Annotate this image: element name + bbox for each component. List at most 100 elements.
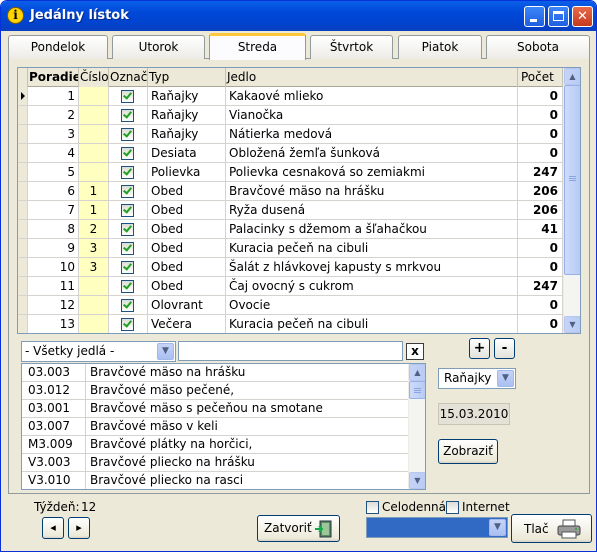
cell-pocet[interactable]: 0 bbox=[518, 125, 563, 143]
print-button[interactable]: Tlač bbox=[511, 514, 592, 543]
cell-cislo[interactable]: 3 bbox=[79, 258, 109, 276]
cell-poradie[interactable]: 10 bbox=[28, 258, 79, 276]
cell-poradie[interactable]: 13 bbox=[28, 315, 79, 333]
row-selector[interactable] bbox=[18, 201, 28, 219]
cell-poradie[interactable]: 3 bbox=[28, 125, 79, 143]
header-cislo[interactable]: Číslo bbox=[79, 68, 109, 87]
cell-oznac[interactable] bbox=[109, 106, 148, 124]
tab-sobota[interactable]: Sobota bbox=[486, 35, 590, 59]
cell-poradie[interactable]: 5 bbox=[28, 163, 79, 181]
cell-jedlo[interactable]: Kakaové mlieko bbox=[226, 87, 518, 105]
cell-typ[interactable]: Raňajky bbox=[148, 106, 226, 124]
header-pocet[interactable]: Počet bbox=[518, 68, 563, 87]
cell-poradie[interactable]: 11 bbox=[28, 277, 79, 295]
cell-poradie[interactable]: 6 bbox=[28, 182, 79, 200]
cell-cislo[interactable]: 2 bbox=[79, 220, 109, 238]
cell-typ[interactable]: Polievka bbox=[148, 163, 226, 181]
cell-typ[interactable]: Raňajky bbox=[148, 87, 226, 105]
select-checkbox[interactable] bbox=[121, 147, 134, 160]
row-selector[interactable] bbox=[18, 125, 28, 143]
row-selector[interactable] bbox=[18, 239, 28, 257]
next-week-button[interactable]: ▸ bbox=[68, 517, 90, 539]
select-checkbox[interactable] bbox=[121, 318, 134, 331]
list-item[interactable]: 03.001 Bravčové mäso s pečeňou na smotane bbox=[22, 400, 410, 418]
cell-oznac[interactable] bbox=[109, 125, 148, 143]
cell-typ[interactable]: Obed bbox=[148, 258, 226, 276]
cell-typ[interactable]: Raňajky bbox=[148, 125, 226, 143]
list-item[interactable]: V3.010 Bravčové pliecko na rasci bbox=[22, 472, 410, 489]
row-selector[interactable] bbox=[18, 258, 28, 276]
table-row[interactable]: 9 3 Obed Kuracia pečeň na cibuli 0 bbox=[18, 239, 563, 258]
table-row[interactable]: 5 Polievka Polievka cesnaková so zemiakmi 2… bbox=[18, 163, 563, 182]
close-window-button[interactable]: Zatvoriť bbox=[257, 515, 340, 542]
select-checkbox[interactable] bbox=[121, 280, 134, 293]
cell-oznac[interactable] bbox=[109, 296, 148, 314]
minimize-button[interactable] bbox=[524, 6, 545, 27]
cell-jedlo[interactable]: Polievka cesnaková so zemiakmi bbox=[226, 163, 518, 181]
select-checkbox[interactable] bbox=[121, 128, 134, 141]
cell-poradie[interactable]: 8 bbox=[28, 220, 79, 238]
cell-jedlo[interactable]: Ovocie bbox=[226, 296, 518, 314]
category-select[interactable]: - Všetky jedlá - ▼ bbox=[21, 341, 176, 362]
show-button[interactable]: Zobraziť bbox=[438, 439, 498, 464]
cell-cislo[interactable] bbox=[79, 87, 109, 105]
cell-cislo[interactable] bbox=[79, 315, 109, 333]
select-checkbox[interactable] bbox=[121, 185, 134, 198]
meal-type-select[interactable]: Raňajky ▼ bbox=[438, 368, 516, 389]
cell-oznac[interactable] bbox=[109, 277, 148, 295]
header-jedlo[interactable]: Jedlo bbox=[226, 68, 518, 87]
table-row[interactable]: 6 1 Obed Bravčové mäso na hrášku 206 bbox=[18, 182, 563, 201]
cell-cislo[interactable]: 1 bbox=[79, 201, 109, 219]
scrollbar-thumb[interactable] bbox=[564, 85, 580, 275]
cell-cislo[interactable] bbox=[79, 296, 109, 314]
cell-poradie[interactable]: 2 bbox=[28, 106, 79, 124]
cell-typ[interactable]: Obed bbox=[148, 277, 226, 295]
row-selector[interactable] bbox=[18, 182, 28, 200]
tab-utorok[interactable]: Utorok bbox=[112, 35, 205, 59]
cell-cislo[interactable]: 3 bbox=[79, 239, 109, 257]
list-item[interactable]: V3.003 Bravčové pliecko na hrášku bbox=[22, 454, 410, 472]
cell-pocet[interactable]: 0 bbox=[518, 258, 563, 276]
cell-typ[interactable]: Olovrant bbox=[148, 296, 226, 314]
table-row[interactable]: 4 Desiata Obložená žemľa šunková 0 bbox=[18, 144, 563, 163]
cell-pocet[interactable]: 0 bbox=[518, 296, 563, 314]
previous-week-button[interactable]: ◂ bbox=[42, 517, 64, 539]
select-checkbox[interactable] bbox=[121, 223, 134, 236]
select-checkbox[interactable] bbox=[121, 261, 134, 274]
cell-cislo[interactable] bbox=[79, 163, 109, 181]
row-selector[interactable] bbox=[18, 144, 28, 162]
printer-select[interactable]: ▼ bbox=[366, 517, 508, 538]
cell-cislo[interactable] bbox=[79, 144, 109, 162]
cell-jedlo[interactable]: Palacinky s džemom a šľahačkou bbox=[226, 220, 518, 238]
cell-jedlo[interactable]: Bravčové mäso na hrášku bbox=[226, 182, 518, 200]
internet-checkbox[interactable] bbox=[446, 501, 459, 514]
header-oznac[interactable]: Označ bbox=[109, 68, 148, 87]
table-row[interactable]: 7 1 Obed Ryža dusená 206 bbox=[18, 201, 563, 220]
cell-poradie[interactable]: 12 bbox=[28, 296, 79, 314]
row-selector[interactable] bbox=[18, 220, 28, 238]
cell-cislo[interactable] bbox=[79, 125, 109, 143]
cell-jedlo[interactable]: Obložená žemľa šunková bbox=[226, 144, 518, 162]
cell-cislo[interactable] bbox=[79, 106, 109, 124]
table-row[interactable]: 13 Večera Kuracia pečeň na cibuli 0 bbox=[18, 315, 563, 333]
row-selector[interactable] bbox=[18, 296, 28, 314]
cell-pocet[interactable]: 0 bbox=[518, 239, 563, 257]
cell-typ[interactable]: Obed bbox=[148, 182, 226, 200]
scrollbar-thumb[interactable] bbox=[409, 381, 425, 399]
clear-search-button[interactable]: x bbox=[406, 343, 424, 360]
cell-oznac[interactable] bbox=[109, 182, 148, 200]
cell-pocet[interactable]: 0 bbox=[518, 144, 563, 162]
cell-poradie[interactable]: 1 bbox=[28, 87, 79, 105]
cell-jedlo[interactable]: Nátierka medová bbox=[226, 125, 518, 143]
remove-button[interactable]: - bbox=[494, 338, 515, 359]
header-poradie[interactable]: Poradie bbox=[28, 68, 79, 87]
title-bar[interactable]: i Jedálny lístok ✕ bbox=[1, 1, 596, 31]
cell-typ[interactable]: Večera bbox=[148, 315, 226, 333]
row-selector[interactable] bbox=[18, 163, 28, 181]
tab-streda[interactable]: Streda bbox=[209, 33, 306, 60]
cell-jedlo[interactable]: Čaj ovocný s cukrom bbox=[226, 277, 518, 295]
cell-pocet[interactable]: 206 bbox=[518, 201, 563, 219]
tab-stvrtok[interactable]: Štvrtok bbox=[310, 35, 393, 59]
cell-poradie[interactable]: 9 bbox=[28, 239, 79, 257]
table-row[interactable]: 1 Raňajky Kakaové mlieko 0 bbox=[18, 87, 563, 106]
